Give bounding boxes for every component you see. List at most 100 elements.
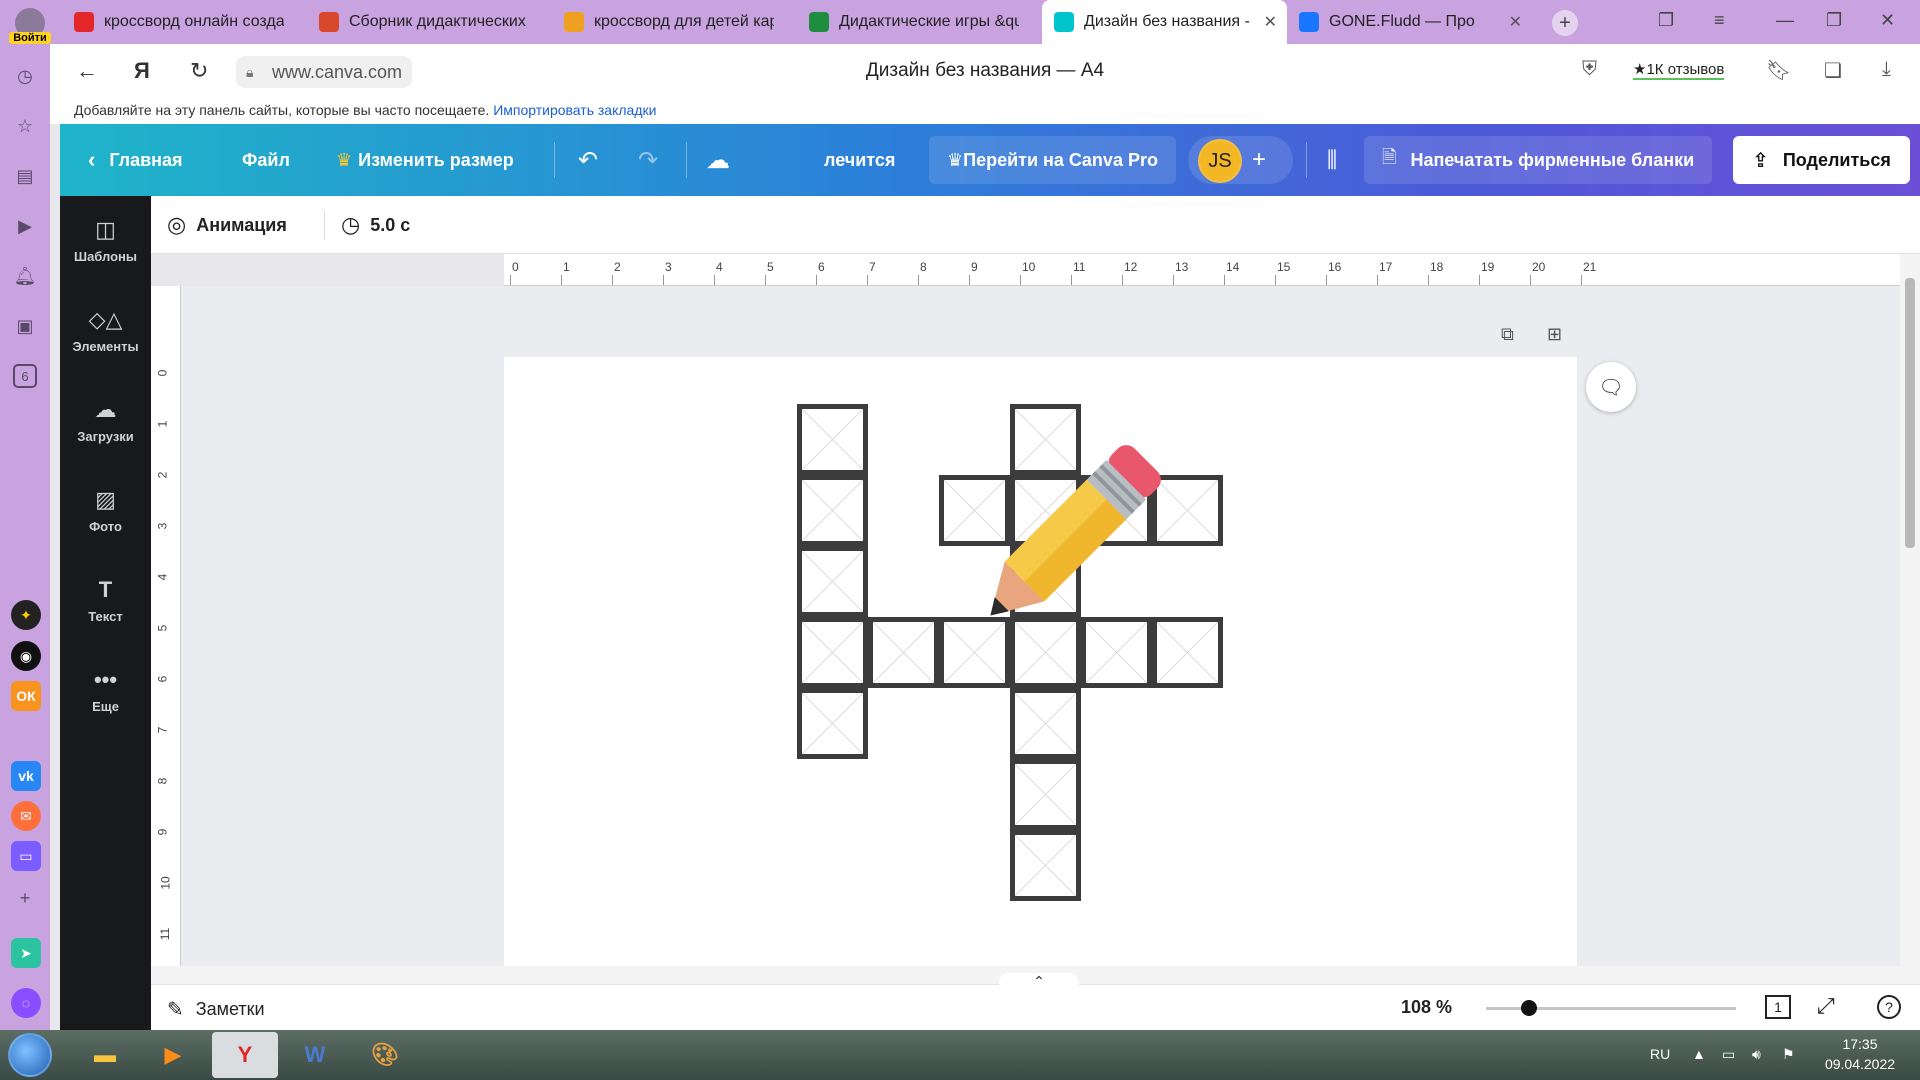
notifications-icon[interactable]: 🔔︎	[13, 264, 37, 288]
uploads-tab[interactable]: ☁ Загрузки	[60, 380, 151, 460]
browser-tab[interactable]: Дизайн без названия - ✕	[1042, 0, 1287, 44]
odnoklassniki-icon[interactable]: ОК	[11, 681, 41, 711]
canva-pro-button[interactable]: ♛ Перейти на Canva Pro	[929, 136, 1176, 184]
restore-icon[interactable]: ❐	[1826, 10, 1842, 31]
yandex-browser-icon[interactable]: Y	[212, 1032, 278, 1078]
volume-icon[interactable]: 🔊︎	[1752, 1046, 1761, 1063]
design-page[interactable]	[504, 357, 1577, 966]
media-player-icon[interactable]: ▶	[140, 1032, 206, 1078]
reviews-link[interactable]: ★1К отзывов	[1633, 60, 1725, 80]
duration-button[interactable]: ◷ 5.0 с	[341, 212, 410, 238]
crossword-cell[interactable]	[797, 688, 868, 759]
tab-close-icon[interactable]: ✕	[1264, 12, 1277, 32]
crossword-cell[interactable]	[797, 617, 868, 688]
back-icon[interactable]: ←	[76, 58, 98, 84]
mail-icon[interactable]: ✉	[11, 801, 41, 831]
browser-tab[interactable]: кроссворд онлайн созда	[62, 0, 307, 44]
notes-button[interactable]: ✎ Заметки	[167, 997, 265, 1022]
explorer-icon[interactable]: ▬	[72, 1032, 138, 1078]
browser-tab[interactable]: GONE.Fludd — Про ✕	[1287, 0, 1532, 44]
alice-camera-icon[interactable]: ◉	[11, 641, 41, 671]
window-close-icon[interactable]: ✕	[1880, 10, 1895, 31]
photos-label: Фото	[89, 518, 122, 534]
collections-icon[interactable]: ▤	[13, 164, 37, 188]
badge-icon[interactable]: 6	[13, 364, 37, 388]
browser-tab[interactable]: Дидактические игры &qu	[797, 0, 1042, 44]
page-count-button[interactable]: 1	[1765, 995, 1791, 1019]
crossword-cell[interactable]	[797, 404, 868, 475]
yandex-home-icon[interactable]: Я	[134, 58, 150, 84]
protect-icon[interactable]: ⛨	[1582, 58, 1597, 81]
print-letterhead-button[interactable]: 🗎︎ Напечатать фирменные бланки	[1364, 136, 1713, 184]
favorites-icon[interactable]: ☆	[13, 114, 37, 138]
fullscreen-icon[interactable]: ⤢	[1817, 993, 1835, 1019]
zoom-label[interactable]: 108 %	[1401, 997, 1452, 1018]
templates-tab[interactable]: ◫ Шаблоны	[60, 200, 151, 280]
screenshot-icon[interactable]: ▣	[13, 314, 37, 338]
animation-button[interactable]: ◎ Анимация	[167, 212, 287, 238]
zoom-slider-thumb[interactable]	[1520, 1000, 1537, 1016]
paint-icon[interactable]: 🎨︎	[352, 1032, 418, 1078]
help-button[interactable]: ?	[1877, 995, 1901, 1019]
add-page-icon[interactable]: ⊞	[1547, 324, 1562, 345]
bookmark-icon[interactable]: 🔖︎	[1766, 58, 1791, 83]
avatar[interactable]: JS	[1198, 139, 1242, 183]
elements-tab[interactable]: ◇△ Элементы	[60, 290, 151, 370]
file-menu[interactable]: Файл	[242, 124, 290, 196]
network-icon[interactable]: ▭	[1722, 1046, 1735, 1063]
video-icon[interactable]: ▶	[13, 214, 37, 238]
browser-tab[interactable]: кроссворд для детей кар	[552, 0, 797, 44]
minimize-icon[interactable]: —	[1776, 10, 1794, 31]
lock-icon: 🔒︎	[246, 63, 254, 80]
cloud-sync-icon[interactable]: ☁	[706, 124, 730, 196]
comment-button[interactable]: 🗨︎	[1586, 362, 1636, 412]
new-tab-button[interactable]: +	[1552, 10, 1578, 36]
crossword-cell[interactable]	[797, 546, 868, 617]
crossword-cell[interactable]	[868, 617, 939, 688]
profile-button[interactable]: Войти	[0, 0, 60, 50]
share-button[interactable]: ⇪ Поделиться	[1733, 136, 1910, 184]
reload-icon[interactable]: ↻	[190, 58, 208, 84]
insights-icon[interactable]: ⫼	[1310, 124, 1354, 196]
duplicate-page-icon[interactable]: ⧉	[1501, 324, 1514, 345]
pencil-illustration[interactable]	[964, 432, 1164, 652]
redo-icon[interactable]: ↷	[638, 124, 658, 196]
resize-button[interactable]: ♛ Изменить размер	[336, 124, 514, 196]
more-tab[interactable]: ••• Еще	[60, 650, 151, 730]
word-icon[interactable]: W	[282, 1032, 348, 1078]
canvas-area[interactable]: ⧉ ⊞ 🗨︎	[181, 286, 1900, 966]
browser-tab[interactable]: Сборник дидактических	[307, 0, 552, 44]
tray-expand-icon[interactable]: ▲	[1692, 1046, 1706, 1062]
vertical-scrollbar[interactable]	[1900, 254, 1920, 984]
language-indicator[interactable]: RU	[1650, 1046, 1670, 1062]
add-app-icon[interactable]: +	[13, 886, 37, 910]
alice-icon[interactable]: ◌	[11, 988, 41, 1018]
import-bookmarks-link[interactable]: Импортировать закладки	[493, 102, 656, 118]
url-field[interactable]: 🔒︎ www.canva.com	[236, 56, 413, 88]
photos-tab[interactable]: ▨ Фото	[60, 470, 151, 550]
system-clock[interactable]: 17:35 09.04.2022	[1815, 1034, 1905, 1074]
undo-icon[interactable]: ↶	[578, 124, 598, 196]
reading-list-icon[interactable]: ❏	[1824, 58, 1842, 83]
tabs-menu-icon[interactable]: ❐	[1658, 10, 1674, 31]
text-tab[interactable]: T Текст	[60, 560, 151, 640]
crossword-cell[interactable]	[1010, 688, 1081, 759]
menu-icon[interactable]: ≡	[1714, 10, 1725, 31]
scroll-thumb[interactable]	[1905, 278, 1915, 548]
start-button[interactable]	[8, 1033, 52, 1077]
download-icon[interactable]: ⤓	[1882, 58, 1891, 81]
crossword-cell[interactable]	[1010, 830, 1081, 901]
home-button[interactable]: ‹ Главная	[88, 124, 183, 196]
vk-icon[interactable]: vk	[11, 761, 41, 791]
messenger-icon[interactable]: ▭	[11, 841, 41, 871]
flag-icon[interactable]: ⚑	[1782, 1046, 1795, 1063]
history-icon[interactable]: ◷	[13, 64, 37, 88]
send-icon[interactable]: ➤	[11, 938, 41, 968]
yandex-market-icon[interactable]: ✦	[11, 600, 41, 630]
chevron-up-icon[interactable]: ⌃	[999, 973, 1079, 991]
tab-close-icon[interactable]: ✕	[1509, 12, 1522, 32]
crossword-cell[interactable]	[797, 475, 868, 546]
crossword-cell[interactable]	[1010, 759, 1081, 830]
ruler-tick	[1071, 275, 1072, 285]
add-collaborator-icon[interactable]: +	[1252, 124, 1266, 196]
